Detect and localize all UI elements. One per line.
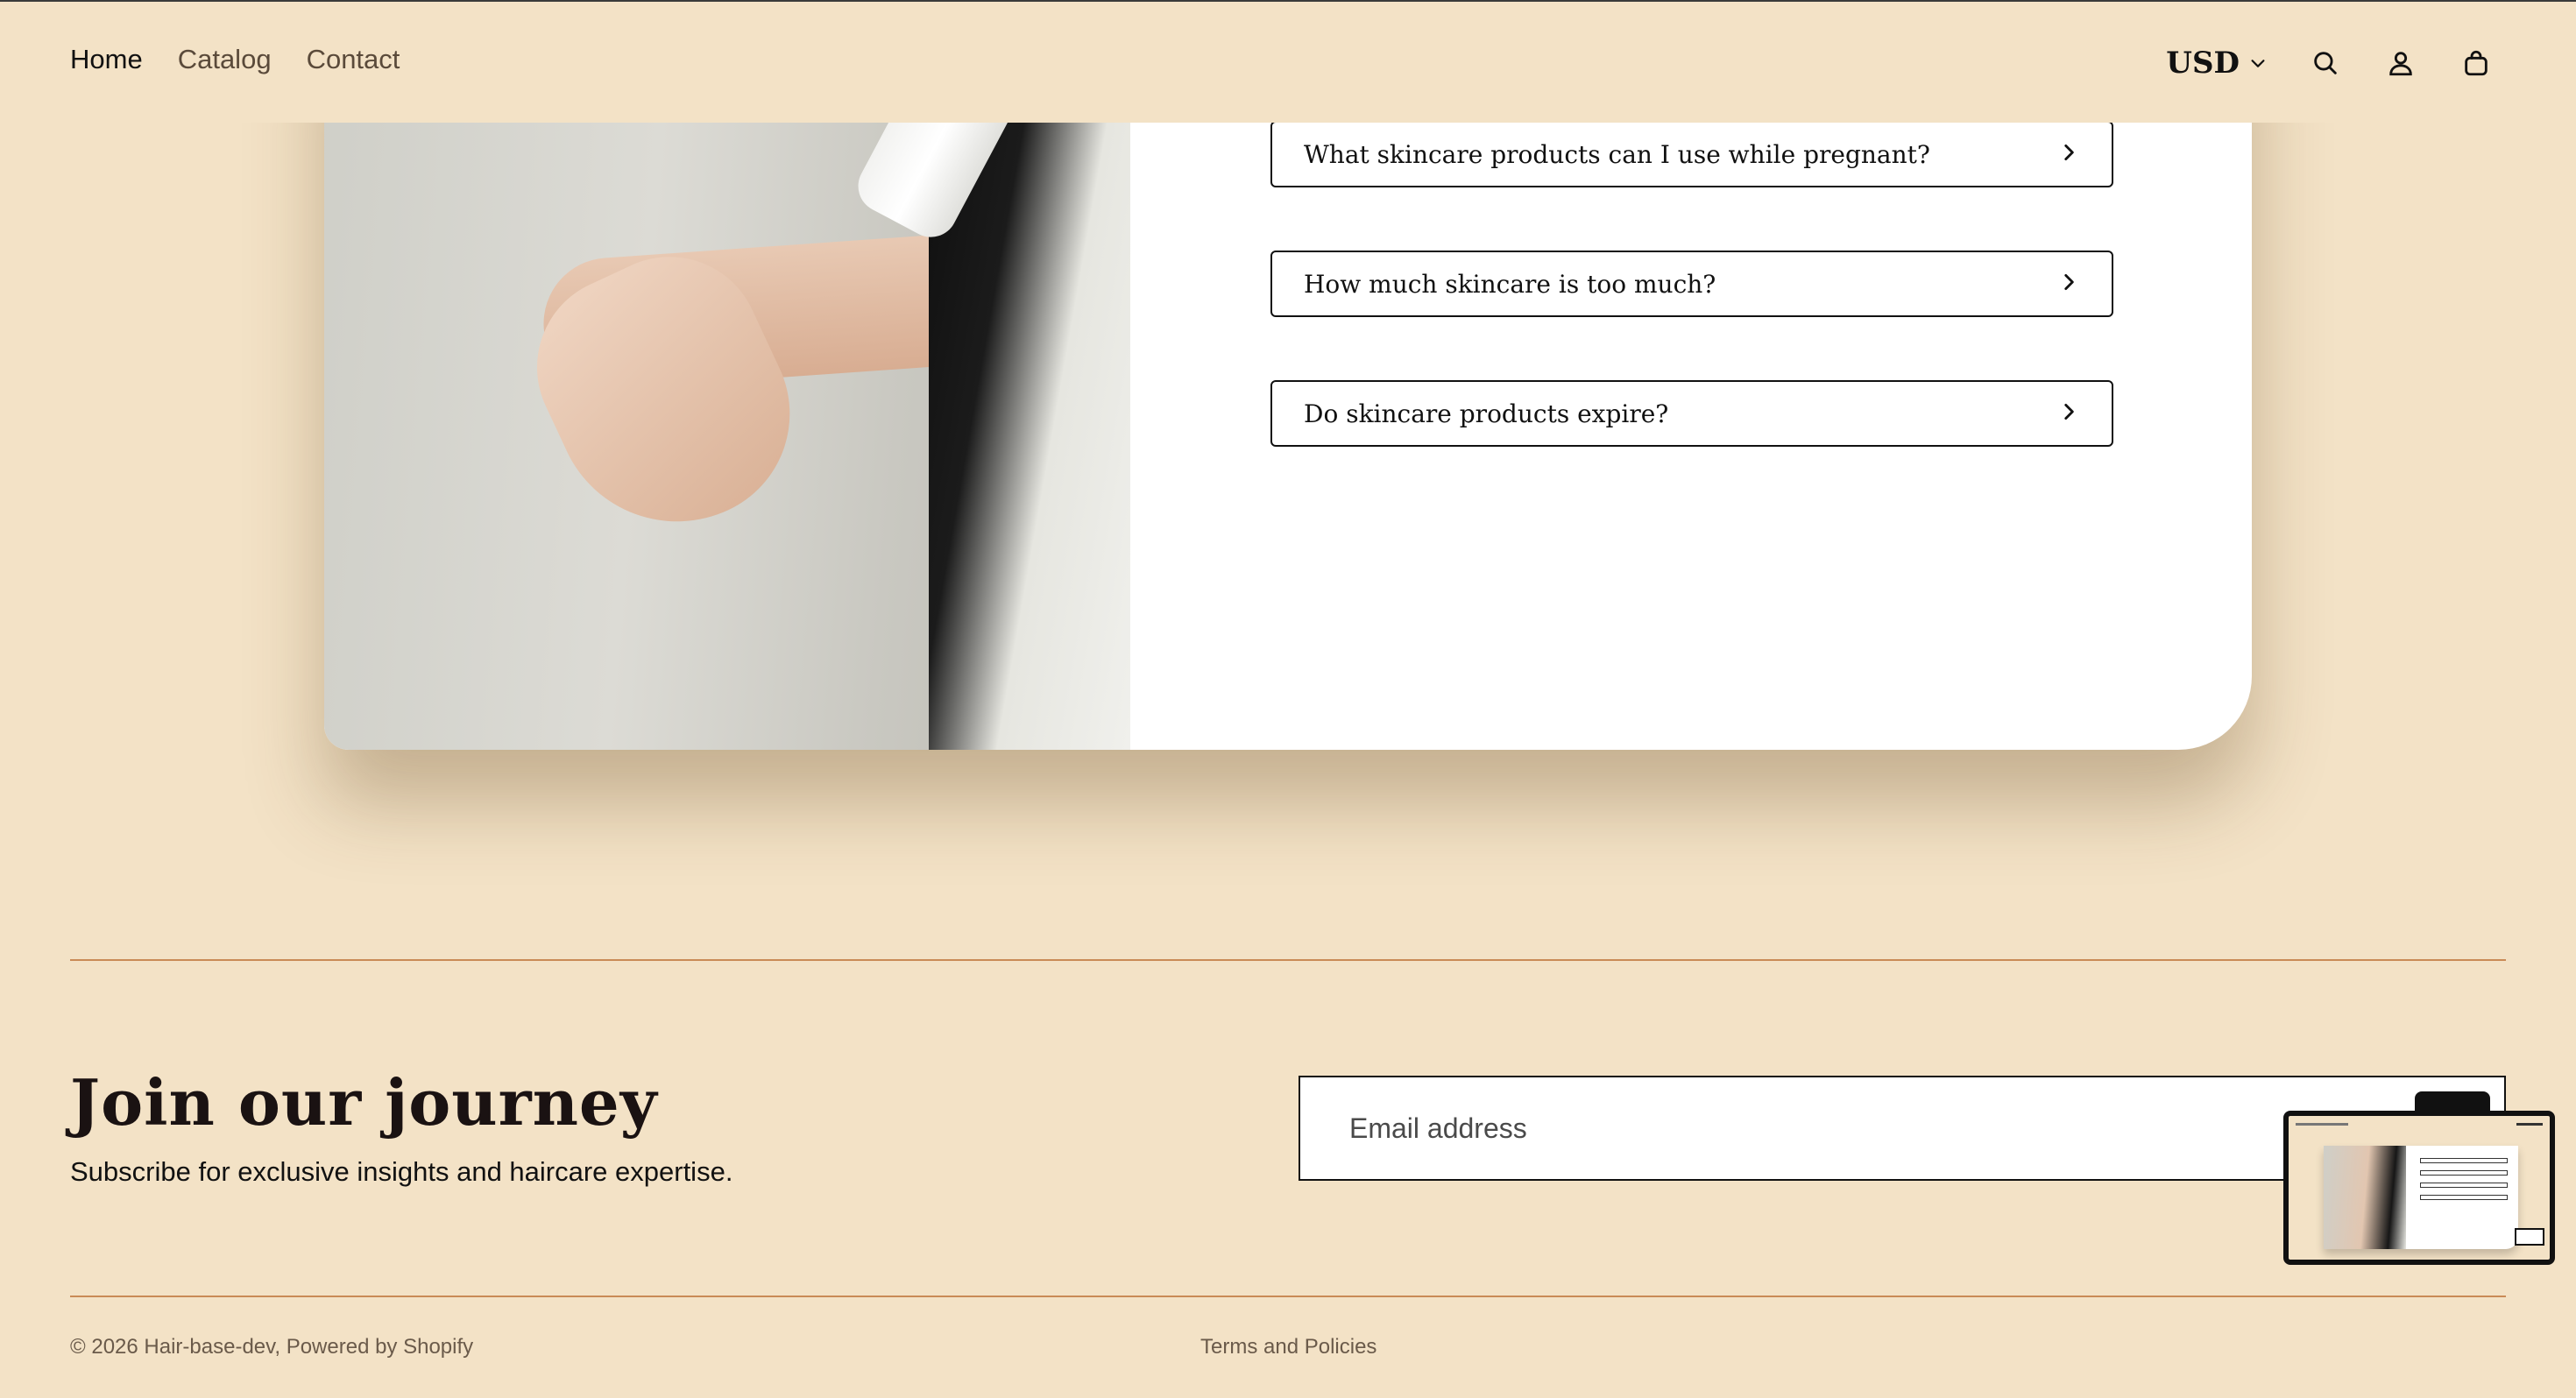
currency-selector[interactable]: USD xyxy=(2166,46,2268,81)
preview-actions xyxy=(2516,1123,2543,1126)
preview-corner-icon xyxy=(2515,1228,2544,1246)
email-placeholder: Email address xyxy=(1349,1112,1527,1144)
preview-line xyxy=(2420,1170,2508,1176)
preview-photo xyxy=(2324,1146,2406,1249)
account-icon[interactable] xyxy=(2383,46,2418,81)
nav-catalog[interactable]: Catalog xyxy=(178,44,272,75)
search-icon[interactable] xyxy=(2308,46,2343,81)
faq-item[interactable]: How much skincare is too much? xyxy=(1270,251,2113,317)
footer-divider xyxy=(70,1296,2506,1297)
copyright: © 2026 Hair-base-dev, Powered by Shopify xyxy=(70,1335,474,1359)
preview-line xyxy=(2420,1195,2508,1200)
faq-question: How much skincare is too much? xyxy=(1304,269,1716,299)
preview-line xyxy=(2420,1183,2508,1188)
header-actions: USD xyxy=(2166,40,2494,86)
faq-question: Do skincare products expire? xyxy=(1304,399,1669,428)
newsletter-title: Join our journey xyxy=(70,1065,658,1140)
preview-nav xyxy=(2296,1123,2348,1126)
currency-label: USD xyxy=(2166,46,2240,81)
nav-contact[interactable]: Contact xyxy=(307,44,400,75)
preview-line xyxy=(2420,1158,2508,1163)
cart-icon[interactable] xyxy=(2459,46,2494,81)
preview-thumbnail[interactable] xyxy=(2283,1111,2555,1265)
chevron-down-icon xyxy=(2248,46,2268,81)
faq-item[interactable]: What skincare products can I use while p… xyxy=(1270,121,2113,187)
faq-question: What skincare products can I use while p… xyxy=(1304,139,1930,169)
chevron-right-icon xyxy=(2057,141,2080,168)
faq-item[interactable]: Do skincare products expire? xyxy=(1270,380,2113,447)
newsletter-subtitle: Subscribe for exclusive insights and hai… xyxy=(70,1156,733,1187)
main-nav: Home Catalog Contact xyxy=(70,44,400,75)
page: What skincare products can I use while p… xyxy=(0,0,2576,1398)
site-header: Home Catalog Contact USD xyxy=(0,0,2576,123)
terms-policies-link[interactable]: Terms and Policies xyxy=(1200,1335,1376,1359)
section-divider xyxy=(70,959,2506,961)
nav-home[interactable]: Home xyxy=(70,44,143,75)
chevron-right-icon xyxy=(2057,271,2080,298)
chevron-right-icon xyxy=(2057,400,2080,427)
